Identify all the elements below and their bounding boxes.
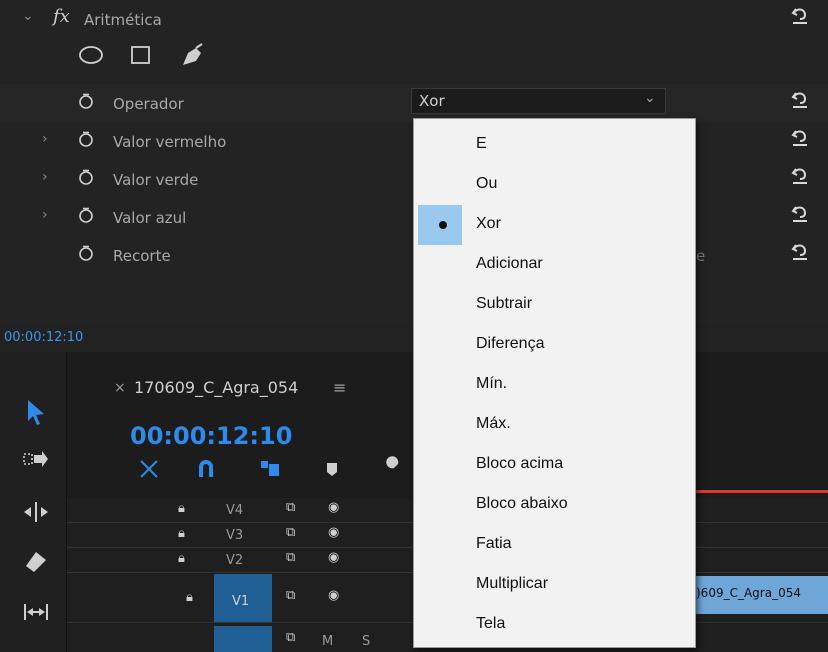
ellipse-mask-icon[interactable] xyxy=(78,45,104,65)
param-label: Valor vermelho xyxy=(113,133,227,151)
track-select-tool-icon[interactable] xyxy=(22,446,50,474)
menu-item[interactable]: Subtrair xyxy=(414,285,695,325)
lock-icon[interactable]: 🔒︎ xyxy=(178,551,185,566)
selection-tool-icon[interactable] xyxy=(22,398,50,426)
eye-icon[interactable]: ◉ xyxy=(328,588,339,603)
close-tab-icon[interactable]: × xyxy=(114,380,126,396)
sync-lock-icon[interactable]: ⧉ xyxy=(286,588,295,603)
source-patch-a1[interactable] xyxy=(214,626,272,652)
track-label: V2 xyxy=(226,553,244,568)
menu-item-label: Bloco acima xyxy=(476,455,564,472)
stopwatch-icon[interactable] xyxy=(78,207,94,223)
collapse-chevron-icon[interactable]: ⌄ xyxy=(22,8,34,24)
selected-bullet-icon xyxy=(439,221,447,229)
sync-lock-icon[interactable]: ⧉ xyxy=(286,525,295,540)
fx-badge-icon[interactable]: fx xyxy=(53,6,70,27)
solo-button[interactable]: S xyxy=(362,634,370,649)
menu-item[interactable]: Máx. xyxy=(414,405,695,445)
effects-timecode[interactable]: 00:00:12:10 xyxy=(4,330,83,345)
sequence-tab-name[interactable]: 170609_C_Agra_054 xyxy=(134,378,298,397)
wrench-settings-icon[interactable] xyxy=(380,456,406,482)
menu-item-label: Diferença xyxy=(476,335,545,352)
menu-item[interactable]: E xyxy=(414,125,695,165)
rectangle-mask-icon[interactable] xyxy=(130,45,152,65)
operator-select[interactable]: Xor ⌄ xyxy=(411,88,666,114)
menu-item[interactable]: Ou xyxy=(414,165,695,205)
menu-item[interactable]: Diferença xyxy=(414,325,695,365)
menu-item-label: Xor xyxy=(476,215,501,232)
menu-item-label: Ou xyxy=(476,175,498,192)
sync-lock-icon[interactable]: ⧉ xyxy=(286,630,295,645)
lock-icon[interactable]: 🔒︎ xyxy=(178,501,185,516)
reset-icon[interactable] xyxy=(790,164,810,186)
effect-header-row[interactable]: ⌄ fx Aritmética xyxy=(0,0,828,38)
selected-highlight xyxy=(418,205,462,245)
add-marker-icon[interactable] xyxy=(325,462,339,478)
pen-mask-icon[interactable] xyxy=(180,43,206,67)
eye-icon[interactable]: ◉ xyxy=(328,500,339,515)
chevron-down-icon: ⌄ xyxy=(644,90,656,106)
menu-item-label: Tela xyxy=(476,615,506,632)
sync-lock-icon[interactable]: ⧉ xyxy=(286,550,295,565)
param-label: Operador xyxy=(113,95,184,113)
operator-select-value: Xor xyxy=(419,92,445,110)
video-clip[interactable]: )609_C_Agra_054 xyxy=(696,576,828,614)
lock-icon[interactable]: 🔒︎ xyxy=(186,590,193,605)
lock-icon[interactable]: 🔒︎ xyxy=(178,526,185,541)
mask-tools-row xyxy=(0,40,828,78)
stopwatch-icon[interactable] xyxy=(78,131,94,147)
reset-icon[interactable] xyxy=(790,240,810,262)
mute-button[interactable]: M xyxy=(322,634,333,649)
menu-item-label: Bloco abaixo xyxy=(476,495,568,512)
reset-icon[interactable] xyxy=(790,126,810,148)
sync-lock-icon[interactable]: ⧉ xyxy=(286,500,295,515)
expand-chevron-icon[interactable]: › xyxy=(42,169,48,185)
menu-item[interactable]: Xor xyxy=(414,205,695,245)
menu-item-label: Mín. xyxy=(476,375,508,392)
linked-selection-icon[interactable] xyxy=(259,458,281,480)
menu-item-label: Fatia xyxy=(476,535,512,552)
stopwatch-icon[interactable] xyxy=(78,245,94,261)
operator-dropdown-menu: E Ou Xor Adicionar Subtrair Diferença Mín. Máx.… xyxy=(413,118,696,648)
track-label: V4 xyxy=(226,503,244,518)
slip-tool-icon[interactable] xyxy=(22,598,50,626)
track-label: V3 xyxy=(226,528,244,543)
param-label: Recorte xyxy=(113,247,171,265)
reset-icon[interactable] xyxy=(790,88,810,110)
effect-name: Aritmética xyxy=(84,11,162,29)
panel-menu-icon[interactable]: ≡ xyxy=(333,378,346,397)
ripple-edit-tool-icon[interactable] xyxy=(22,498,50,526)
expand-chevron-icon[interactable]: › xyxy=(42,131,48,147)
razor-tool-icon[interactable] xyxy=(22,548,50,576)
menu-item-label: Adicionar xyxy=(476,255,543,272)
menu-item[interactable]: Tela xyxy=(414,605,695,645)
menu-item[interactable]: Multiplicar xyxy=(414,565,695,605)
menu-item[interactable]: Fatia xyxy=(414,525,695,565)
stopwatch-icon[interactable] xyxy=(78,169,94,185)
reset-icon[interactable] xyxy=(790,4,810,26)
track-label: V1 xyxy=(232,594,250,609)
ruler-work-area[interactable] xyxy=(696,490,828,493)
eye-icon[interactable]: ◉ xyxy=(328,525,339,540)
menu-item-label: Subtrair xyxy=(476,295,533,312)
reset-icon[interactable] xyxy=(790,202,810,224)
menu-item[interactable]: Adicionar xyxy=(414,245,695,285)
expand-chevron-icon[interactable]: › xyxy=(42,207,48,223)
menu-item-label: Multiplicar xyxy=(476,575,549,592)
menu-item-label: E xyxy=(476,135,487,152)
clipping-partial-text: e xyxy=(696,247,706,265)
nest-sequence-icon[interactable] xyxy=(137,458,161,480)
tools-panel xyxy=(0,352,67,652)
menu-item-label: Máx. xyxy=(476,415,511,432)
param-label: Valor azul xyxy=(113,209,187,227)
sequence-timecode[interactable]: 00:00:12:10 xyxy=(130,422,292,450)
clip-label: )609_C_Agra_054 xyxy=(696,586,801,600)
menu-item[interactable]: Bloco abaixo xyxy=(414,485,695,525)
eye-icon[interactable]: ◉ xyxy=(328,550,339,565)
menu-item[interactable]: Mín. xyxy=(414,365,695,405)
param-label: Valor verde xyxy=(113,171,199,189)
snap-magnet-icon[interactable] xyxy=(196,458,216,480)
menu-item[interactable]: Bloco acima xyxy=(414,445,695,485)
stopwatch-icon[interactable] xyxy=(78,93,94,109)
